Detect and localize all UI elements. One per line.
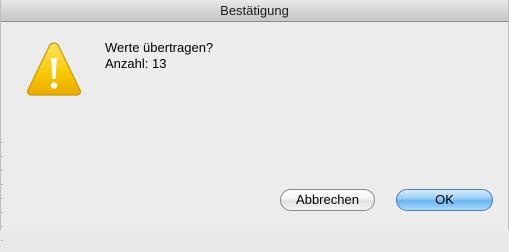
warning-icon: [27, 42, 81, 96]
ok-button[interactable]: OK: [396, 189, 493, 211]
window-edge-decoration: [1, 142, 3, 252]
confirmation-dialog: Bestätigung Werte übertragen? Anzahl: 13…: [0, 0, 509, 252]
message-question: Werte übertragen?: [105, 40, 214, 55]
title-bar[interactable]: Bestätigung: [1, 0, 508, 22]
cancel-button[interactable]: Abbrechen: [280, 189, 375, 211]
dialog-content: Werte übertragen? Anzahl: 13 Abbrechen O…: [1, 22, 508, 252]
dialog-title: Bestätigung: [220, 3, 289, 18]
dialog-message: Werte übertragen? Anzahl: 13: [105, 40, 213, 72]
message-count: Anzahl: 13: [105, 56, 167, 71]
